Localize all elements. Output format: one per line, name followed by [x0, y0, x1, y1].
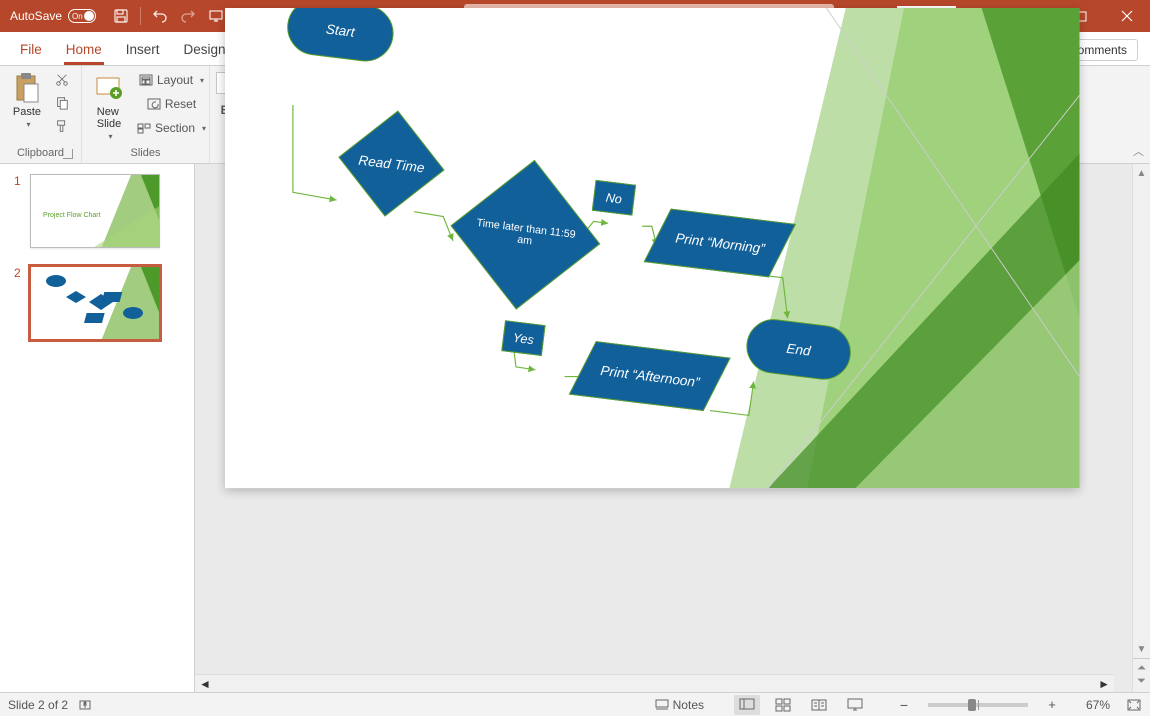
slide-canvas[interactable]: Start Read Time Time later than 11:59 am…: [225, 8, 1080, 488]
group-label-slides: Slides: [88, 147, 203, 161]
close-icon[interactable]: [1104, 0, 1150, 32]
accessibility-icon[interactable]: [78, 698, 92, 712]
status-bar: Slide 2 of 2 Notes − + 67%: [0, 692, 1150, 716]
autosave-state: On: [72, 12, 83, 21]
slide-thumbnail-panel[interactable]: 1 Project Flow Chart 2: [0, 164, 195, 692]
slide-counter[interactable]: Slide 2 of 2: [8, 698, 68, 712]
zoom-slider[interactable]: [928, 703, 1028, 707]
zoom-out-button[interactable]: −: [896, 697, 912, 713]
autosave-label: AutoSave: [10, 9, 62, 23]
next-slide-icon[interactable]: ⏷: [1137, 675, 1146, 688]
redo-icon[interactable]: [179, 7, 197, 25]
layout-button[interactable]: Layout: [134, 70, 209, 90]
group-label-clipboard: Clipboard: [17, 147, 64, 159]
workspace: 1 Project Flow Chart 2 ◄►: [0, 164, 1150, 692]
zoom-level[interactable]: 67%: [1070, 698, 1110, 712]
tab-file[interactable]: File: [8, 36, 54, 65]
thumbnail-2[interactable]: 2: [14, 266, 180, 340]
reading-view-icon[interactable]: [806, 695, 832, 715]
clipboard-dialog-launcher[interactable]: [63, 149, 73, 159]
fit-to-window-icon[interactable]: [1126, 698, 1142, 712]
notes-button[interactable]: Notes: [655, 698, 704, 712]
format-painter-button[interactable]: [52, 116, 72, 136]
tab-home[interactable]: Home: [54, 36, 114, 65]
save-icon[interactable]: [112, 7, 130, 25]
new-slide-icon: [93, 72, 125, 104]
shape-end[interactable]: End: [743, 316, 854, 383]
collapse-ribbon-icon[interactable]: ︿: [1133, 143, 1144, 159]
prev-slide-icon[interactable]: ⏶: [1137, 662, 1146, 675]
copy-button[interactable]: [52, 93, 72, 113]
svg-text:Project Flow Chart: Project Flow Chart: [43, 212, 101, 219]
thumbnail-1[interactable]: 1 Project Flow Chart: [14, 174, 180, 248]
slideshow-view-icon[interactable]: [842, 695, 868, 715]
shape-no[interactable]: No: [592, 180, 636, 216]
slide-sorter-view-icon[interactable]: [770, 695, 796, 715]
vertical-scrollbar[interactable]: ▲ ▼ ⏶ ⏷: [1132, 164, 1150, 692]
flowchart-group[interactable]: Start Read Time Time later than 11:59 am…: [225, 8, 1080, 488]
paste-button[interactable]: Paste: [6, 70, 48, 131]
paste-icon: [11, 72, 43, 104]
section-button[interactable]: Section: [134, 118, 209, 138]
new-slide-button[interactable]: New Slide: [88, 70, 130, 143]
autosave-group: AutoSave On: [0, 9, 104, 23]
shape-read-time[interactable]: Read Time: [338, 110, 444, 216]
zoom-in-button[interactable]: +: [1044, 697, 1060, 712]
shape-print-morning[interactable]: Print “Morning”: [644, 209, 796, 278]
normal-view-icon[interactable]: [734, 695, 760, 715]
autosave-toggle[interactable]: On: [68, 9, 96, 23]
reset-button[interactable]: Reset: [134, 94, 209, 114]
start-from-beginning-icon[interactable]: [207, 7, 225, 25]
tab-insert[interactable]: Insert: [114, 36, 172, 65]
horizontal-scrollbar[interactable]: ◄►: [195, 674, 1114, 692]
shape-print-afternoon[interactable]: Print “Afternoon”: [569, 341, 731, 411]
shape-decision[interactable]: Time later than 11:59 am: [450, 160, 600, 310]
undo-icon[interactable]: [151, 7, 169, 25]
shape-yes[interactable]: Yes: [501, 320, 545, 356]
shape-start[interactable]: Start: [284, 8, 397, 65]
cut-button[interactable]: [52, 70, 72, 90]
group-slides: New Slide Layout Reset Section Slides: [82, 66, 210, 163]
group-clipboard: Paste Clipboard: [0, 66, 82, 163]
